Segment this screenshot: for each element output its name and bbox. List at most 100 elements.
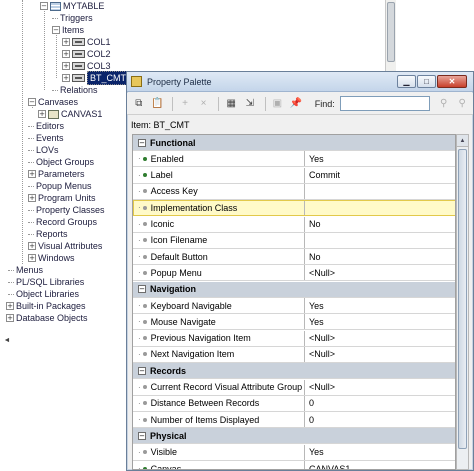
property-class-icon[interactable]: ▦ [223, 96, 239, 112]
property-name-cell[interactable]: · Popup Menu [133, 265, 305, 281]
search-forward-icon[interactable]: ⚲ [436, 96, 452, 112]
tree-node-property-classes[interactable]: Property Classes [28, 204, 105, 216]
tree-node-menus[interactable]: Menus [8, 264, 43, 276]
property-palette-titlebar[interactable]: Property Palette ▁ □ ✕ [127, 72, 473, 92]
property-row[interactable]: · Visible Yes [133, 444, 455, 461]
property-name-cell[interactable]: · Distance Between Records [133, 395, 305, 411]
property-value-cell[interactable]: No [305, 216, 455, 232]
expand-icon[interactable]: + [6, 302, 14, 310]
property-value-cell[interactable]: 0 [305, 395, 455, 411]
property-name-cell[interactable]: · Current Record Visual Attribute Group [133, 379, 305, 395]
property-row[interactable]: · Mouse Navigate Yes [133, 314, 455, 331]
property-row[interactable]: · Previous Navigation Item <Null> [133, 330, 455, 347]
property-value-cell[interactable]: 0 [305, 412, 455, 428]
property-row[interactable]: · Implementation Class [133, 200, 455, 217]
tree-node-popup-menus[interactable]: Popup Menus [28, 180, 92, 192]
tree-node-triggers[interactable]: Triggers [52, 12, 93, 24]
expand-icon[interactable]: + [28, 254, 36, 262]
property-value-cell[interactable] [305, 200, 455, 216]
expand-icon[interactable]: + [62, 74, 70, 82]
tree-node-object-libraries[interactable]: Object Libraries [8, 288, 79, 300]
scroll-left-icon[interactable]: ◄ [2, 337, 12, 347]
collapse-icon[interactable]: − [138, 285, 146, 294]
property-name-cell[interactable]: · Number of Items Displayed [133, 412, 305, 428]
tree-node-windows[interactable]: + Windows [28, 252, 75, 264]
search-backward-icon[interactable]: ⚲ [454, 96, 470, 112]
collapse-icon[interactable]: − [28, 98, 36, 106]
maximize-button[interactable]: □ [417, 75, 436, 88]
tree-node-program-units[interactable]: + Program Units [28, 192, 96, 204]
property-name-cell[interactable]: · Mouse Navigate [133, 314, 305, 330]
expand-icon[interactable]: + [6, 314, 14, 322]
category-name-cell[interactable]: − Navigation [133, 281, 305, 297]
tree-node-col2[interactable]: + COL2 [62, 48, 111, 60]
property-grid-scrollbar-thumb[interactable] [458, 149, 467, 449]
property-row[interactable]: · Number of Items Displayed 0 [133, 412, 455, 429]
property-name-cell[interactable]: · Implementation Class [133, 200, 305, 216]
tree-node-items[interactable]: − Items [52, 24, 84, 36]
property-row[interactable]: · Canvas CANVAS1 [133, 461, 455, 469]
tree-node-relations[interactable]: Relations [52, 84, 98, 96]
property-value-cell[interactable]: Commit [305, 167, 455, 183]
freeze-pin-icon[interactable]: 📌 [288, 96, 304, 112]
property-value-cell[interactable]: No [305, 249, 455, 265]
property-name-cell[interactable]: · Keyboard Navigable [133, 298, 305, 313]
navigator-scrollbar-thumb[interactable] [387, 2, 395, 62]
property-row[interactable]: · Label Commit [133, 167, 455, 184]
property-value-cell[interactable]: <Null> [305, 379, 455, 395]
tree-node-bt-cmt[interactable]: + BT_CMT [62, 71, 129, 85]
collapse-icon[interactable]: − [138, 431, 146, 440]
property-category-row[interactable]: − Physical [133, 428, 455, 445]
property-value-cell[interactable] [305, 232, 455, 248]
property-name-cell[interactable]: · Previous Navigation Item [133, 330, 305, 346]
property-value-cell[interactable]: Yes [305, 151, 455, 167]
property-row[interactable]: · Popup Menu <Null> [133, 265, 455, 282]
tree-node-mytable[interactable]: − MYTABLE [40, 0, 104, 12]
expand-icon[interactable]: + [28, 242, 36, 250]
scroll-up-icon[interactable]: ▲ [457, 135, 468, 147]
tree-node-visual-attributes[interactable]: + Visual Attributes [28, 240, 102, 252]
property-value-cell[interactable]: <Null> [305, 330, 455, 346]
intersection-icon[interactable]: ▣ [270, 96, 286, 112]
property-row[interactable]: · Keyboard Navigable Yes [133, 298, 455, 314]
tree-node-editors[interactable]: Editors [28, 120, 64, 132]
minimize-button[interactable]: ▁ [397, 75, 416, 88]
tree-node-record-groups[interactable]: Record Groups [28, 216, 97, 228]
property-category-row[interactable]: − Records [133, 363, 455, 380]
expand-icon[interactable]: + [62, 62, 70, 70]
find-input[interactable] [339, 96, 430, 111]
property-value-cell[interactable] [305, 183, 455, 199]
property-row[interactable]: · Access Key [133, 183, 455, 200]
property-row[interactable]: · Default Button No [133, 249, 455, 266]
tree-node-canvas1[interactable]: + CANVAS1 [38, 108, 102, 120]
property-value-cell[interactable]: Yes [305, 314, 455, 330]
property-row[interactable]: · Current Record Visual Attribute Group <N… [133, 379, 455, 396]
property-name-cell[interactable]: · Next Navigation Item [133, 346, 305, 362]
category-name-cell[interactable]: − Functional [133, 135, 305, 150]
collapse-icon[interactable]: − [138, 366, 146, 375]
collapse-icon[interactable]: − [52, 26, 60, 34]
property-name-cell[interactable]: · Access Key [133, 183, 305, 199]
category-name-cell[interactable]: − Records [133, 363, 305, 379]
tree-node-database-objects[interactable]: + Database Objects [6, 312, 88, 324]
collapse-icon[interactable]: − [138, 138, 146, 147]
property-name-cell[interactable]: · Label [133, 167, 305, 183]
delete-property-icon[interactable]: × [196, 96, 212, 112]
property-category-row[interactable]: − Navigation [133, 281, 455, 298]
tree-node-col1[interactable]: + COL1 [62, 36, 111, 48]
property-row[interactable]: · Iconic No [133, 216, 455, 233]
property-category-row[interactable]: − Functional [133, 135, 455, 151]
property-value-cell[interactable]: CANVAS1 [305, 461, 455, 469]
copy-properties-icon[interactable]: ⧉ [131, 96, 147, 112]
property-name-cell[interactable]: · Icon Filename [133, 232, 305, 248]
add-property-icon[interactable]: + [177, 96, 193, 112]
property-row[interactable]: · Enabled Yes [133, 151, 455, 168]
paste-properties-icon[interactable]: 📋 [150, 96, 166, 112]
property-value-cell[interactable]: Yes [305, 444, 455, 460]
close-button[interactable]: ✕ [437, 75, 467, 88]
property-value-cell[interactable]: Yes [305, 298, 455, 313]
property-name-cell[interactable]: · Canvas [133, 461, 305, 469]
tree-node-parameters[interactable]: + Parameters [28, 168, 85, 180]
property-name-cell[interactable]: · Visible [133, 444, 305, 460]
inherit-icon[interactable]: ⇲ [242, 96, 258, 112]
